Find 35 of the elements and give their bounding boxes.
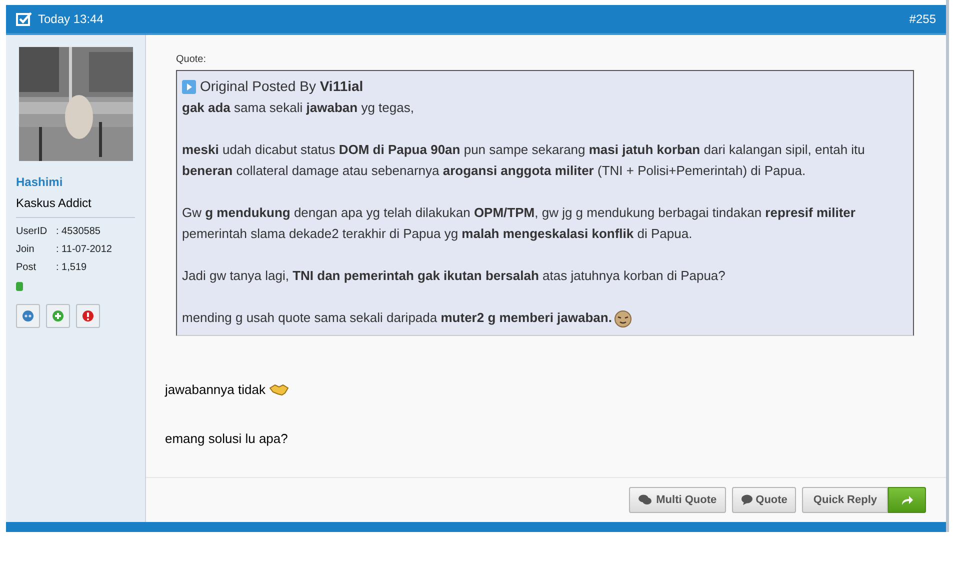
reply-text: jawabannya tidak bbox=[165, 380, 946, 400]
speech-bubble-icon bbox=[740, 494, 753, 506]
add-friend-button[interactable] bbox=[46, 304, 70, 328]
quote-attribution: Original Posted By Vi11ial bbox=[200, 77, 364, 96]
quick-reply-button[interactable]: Quick Reply bbox=[802, 487, 888, 513]
post-time: Today 13:44 bbox=[38, 11, 104, 28]
checkbox-icon bbox=[16, 12, 32, 26]
play-icon[interactable] bbox=[182, 80, 196, 94]
report-button[interactable] bbox=[76, 304, 100, 328]
speech-bubbles-icon bbox=[638, 494, 652, 506]
quote-label: Quote: bbox=[176, 53, 208, 67]
reply-arrow-button[interactable] bbox=[888, 487, 926, 513]
profile-button[interactable] bbox=[16, 304, 40, 328]
post-number[interactable]: #255 bbox=[909, 10, 936, 28]
face-icon bbox=[22, 310, 34, 322]
username[interactable]: Hashimi bbox=[16, 173, 135, 191]
stat-label: UserID bbox=[16, 225, 48, 239]
quote-button[interactable]: Quote bbox=[732, 487, 796, 513]
stat-value: : 1,519 bbox=[56, 261, 87, 275]
user-rank: Kaskus Addict bbox=[16, 195, 92, 212]
share-arrow-icon bbox=[900, 494, 914, 506]
quote-paragraph: Jadi gw tanya lagi, TNI dan pemerintah gak ikutan bersalah atas jatuhnya korban di Papua? bbox=[182, 267, 726, 285]
quote-paragraph: gak ada sama sekali jawaban yg tegas, bbox=[182, 99, 415, 117]
stat-label: Join bbox=[16, 243, 36, 257]
stat-value: : 4530585 bbox=[56, 225, 100, 239]
smiley-icon bbox=[614, 310, 632, 328]
stat-value: : 11-07-2012 bbox=[56, 243, 112, 257]
stat-label: Post bbox=[16, 261, 38, 275]
multi-quote-button[interactable]: Multi Quote bbox=[629, 487, 726, 513]
quote-paragraph: mending g usah quote sama sekali daripada muter2 g memberi jawaban. bbox=[182, 307, 908, 328]
alert-icon bbox=[82, 310, 94, 322]
quote-paragraph: Gw g mendukung dengan apa yg telah dilakukan OPM/TPM, gw jg g mendukung berbagai tindakan represif militer pemerintah slama dekade2 terakhir di Papua yg malah mengeskalasi konflik di Papua. bbox=[182, 204, 856, 243]
plus-bubble-icon bbox=[52, 310, 64, 322]
quote-paragraph: meski udah dicabut status DOM di Papua 90an pun sampe sekarang masi jatuh korban dari kalangan sipil, entah itu beneran collateral damage atau sebenarnya arogansi anggota militer (TNI + Polisi+Pemerintah) di Papua. bbox=[182, 141, 866, 180]
reply-text: emang solusi lu apa? bbox=[165, 430, 289, 448]
